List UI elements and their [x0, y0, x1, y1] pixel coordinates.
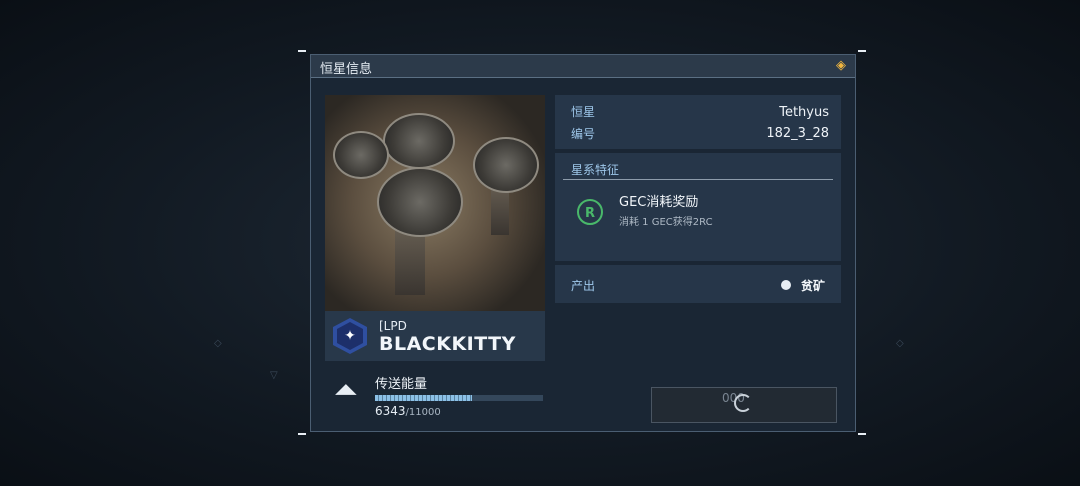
- teleport-button[interactable]: 000: [651, 387, 837, 423]
- loading-spinner-icon: [734, 394, 752, 412]
- frame-corner: [298, 433, 306, 435]
- energy-progress-fill: [375, 395, 472, 401]
- teleport-energy-icon: ⏶: [334, 373, 358, 408]
- star-info-panel: 恒星 Tethyus 编号 182_3_28: [555, 95, 841, 149]
- gec-reward-icon: R: [577, 199, 603, 225]
- owner-card[interactable]: ✦ [LPD BLACKKITTY: [325, 311, 545, 361]
- energy-value: 6343/11000: [375, 404, 441, 418]
- alliance-emblem-icon: ✦: [333, 318, 367, 354]
- energy-current: 6343: [375, 404, 406, 418]
- id-value: 182_3_28: [766, 126, 829, 141]
- star-station-image: [325, 95, 545, 311]
- energy-max: /11000: [405, 407, 441, 418]
- id-label: 编号: [571, 127, 596, 141]
- features-header: 星系特征: [571, 163, 620, 177]
- station-disc: [383, 113, 455, 169]
- station-disc: [377, 167, 463, 237]
- star-info-dialog: 恒星信息 ◈ ✦ [LPD BLACKKITTY ⏶ 传送能量 6343/110…: [310, 54, 856, 432]
- dialog-titlebar: 恒星信息 ◈: [311, 55, 855, 78]
- system-features-panel: 星系特征 R GEC消耗奖励 消耗 1 GEC获得2RC: [555, 153, 841, 261]
- station-disc: [333, 131, 389, 179]
- output-label: 产出: [571, 279, 596, 293]
- star-value: Tethyus: [779, 105, 829, 120]
- output-value: 贫矿: [800, 279, 825, 293]
- output-panel: 产出 贫矿: [555, 265, 841, 303]
- gec-reward-title: GEC消耗奖励: [619, 195, 699, 210]
- ore-icon: [781, 280, 791, 290]
- energy-progress-bar: [375, 395, 543, 401]
- alliance-emblem-inner: ✦: [337, 322, 363, 350]
- frame-corner: [858, 50, 866, 52]
- bg-decoration: ▽: [270, 370, 278, 381]
- frame-corner: [298, 50, 306, 52]
- station-disc: [473, 137, 539, 193]
- bg-decoration: ◇: [214, 338, 222, 349]
- owner-name: BLACKKITTY: [379, 333, 516, 355]
- features-divider: [563, 179, 833, 180]
- frame-corner: [858, 433, 866, 435]
- alliance-tag: [LPD: [379, 319, 407, 333]
- dialog-title: 恒星信息: [320, 62, 373, 77]
- energy-label: 传送能量: [375, 377, 428, 392]
- bg-decoration: ◇: [896, 338, 904, 349]
- star-label: 恒星: [571, 105, 596, 119]
- gec-reward-desc: 消耗 1 GEC获得2RC: [619, 217, 713, 228]
- diamond-close-icon[interactable]: ◈: [833, 58, 849, 74]
